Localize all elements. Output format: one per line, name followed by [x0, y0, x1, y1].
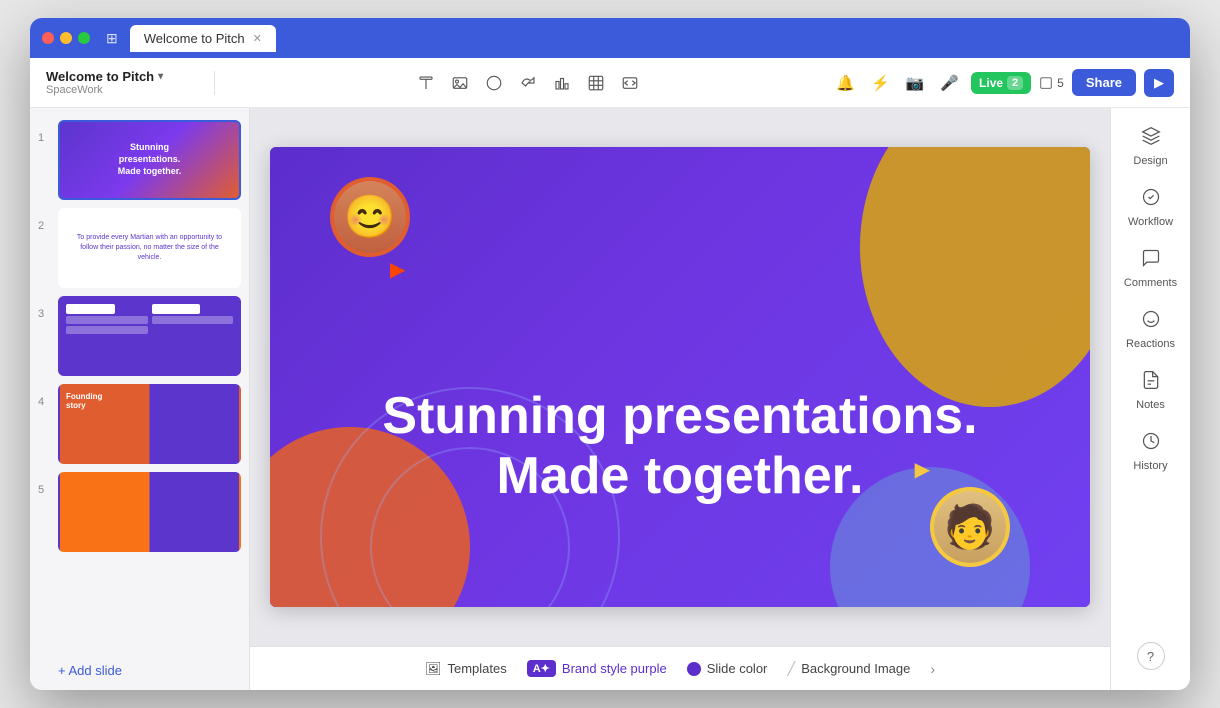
slide-thumbnail-3[interactable]: 3 [38, 296, 241, 376]
slide-preview-5 [58, 472, 241, 552]
more-options-icon[interactable]: › [930, 661, 935, 677]
app-window: ⊞ Welcome to Pitch ✕ Welcome to Pitch ▾ … [30, 18, 1190, 690]
slide-num-4: 4 [38, 396, 52, 408]
history-panel-button[interactable]: History [1116, 425, 1186, 478]
minimize-button[interactable] [60, 32, 72, 44]
tab-close-icon[interactable]: ✕ [253, 32, 262, 45]
background-image-label: Background Image [801, 661, 910, 676]
templates-button[interactable]: 🖼 Templates [425, 661, 507, 677]
cursor-arrow-top: ▶ [390, 257, 405, 282]
slide-num-3: 3 [38, 308, 52, 320]
slide-thumbnail-1[interactable]: 1 Stunningpresentations.Made together. [38, 120, 241, 200]
slide-color-label: Slide color [707, 661, 768, 676]
color-dot [687, 662, 701, 676]
toolbar-right: 🔔 ⚡ 📷 🎤 Live 2 5 Share ▶ [832, 69, 1174, 97]
comments-label: Comments [1124, 277, 1177, 289]
camera-icon[interactable]: 📷 [902, 70, 929, 96]
notes-panel-button[interactable]: Notes [1116, 364, 1186, 417]
add-slide-button[interactable]: + Add slide [38, 655, 241, 678]
avatar-face-woman [334, 181, 406, 253]
main-area: 1 Stunningpresentations.Made together. 2… [30, 108, 1190, 690]
main-toolbar: Welcome to Pitch ▾ SpaceWork [30, 58, 1190, 108]
background-image-button[interactable]: ╱ Background Image [787, 661, 910, 677]
canvas-area: ▶ ▶ Stunning presentations. Made togethe… [250, 108, 1110, 646]
avatar-top-left [330, 177, 410, 257]
notes-label: Notes [1136, 399, 1165, 411]
design-label: Design [1133, 155, 1167, 167]
slide-headline: Stunning presentations. Made together. [270, 387, 1090, 507]
design-panel-button[interactable]: Design [1116, 120, 1186, 173]
text-tool-icon[interactable] [417, 74, 435, 92]
brand-badge: A✦ [527, 660, 556, 677]
arrow-tool-icon[interactable] [519, 74, 537, 92]
live-label: Live [979, 76, 1003, 90]
workflow-panel-button[interactable]: Workflow [1116, 181, 1186, 234]
slide-num-1: 1 [38, 132, 52, 144]
toolbar-divider [214, 71, 215, 95]
history-icon [1141, 431, 1161, 456]
help-button[interactable]: ? [1137, 642, 1165, 670]
brand-style-label: Brand style purple [562, 661, 667, 676]
slides-panel: 1 Stunningpresentations.Made together. 2… [30, 108, 250, 690]
chevron-down-icon[interactable]: ▾ [158, 71, 163, 82]
workflow-icon [1141, 187, 1161, 212]
doc-info: Welcome to Pitch ▾ SpaceWork [46, 69, 186, 96]
doc-subtitle: SpaceWork [46, 84, 186, 96]
live-count: 2 [1007, 76, 1023, 90]
slide-preview-1: Stunningpresentations.Made together. [58, 120, 241, 200]
slide-thumbnail-4[interactable]: 4 Foundingstory [38, 384, 241, 464]
history-label: History [1133, 460, 1167, 472]
slide-preview-4: Foundingstory [58, 384, 241, 464]
right-panel: Design Workflow Comments Reactions [1110, 108, 1190, 690]
slide-thumbnail-5[interactable]: 5 [38, 472, 241, 552]
slides-count: 5 [1039, 76, 1064, 90]
workflow-label: Workflow [1128, 216, 1173, 228]
embed-tool-icon[interactable] [621, 74, 639, 92]
lightning-icon[interactable]: ⚡ [867, 70, 894, 96]
title-bar: ⊞ Welcome to Pitch ✕ [30, 18, 1190, 58]
brand-style-button[interactable]: A✦ Brand style purple [527, 660, 667, 677]
window-tab[interactable]: Welcome to Pitch ✕ [130, 25, 276, 52]
slide-num-2: 2 [38, 220, 52, 232]
background-image-icon: ╱ [787, 661, 795, 677]
notes-icon [1141, 370, 1161, 395]
doc-title[interactable]: Welcome to Pitch ▾ [46, 69, 186, 84]
tab-title: Welcome to Pitch [144, 31, 245, 46]
shape-tool-icon[interactable] [485, 74, 503, 92]
share-button[interactable]: Share [1072, 69, 1136, 96]
table-tool-icon[interactable] [587, 74, 605, 92]
templates-label: Templates [447, 661, 506, 676]
reactions-panel-button[interactable]: Reactions [1116, 303, 1186, 356]
reactions-label: Reactions [1126, 338, 1175, 350]
slide-preview-2: To provide every Martian with an opportu… [58, 208, 241, 288]
slide-thumbnail-2[interactable]: 2 To provide every Martian with an oppor… [38, 208, 241, 288]
slide-preview-3 [58, 296, 241, 376]
chart-tool-icon[interactable] [553, 74, 571, 92]
reactions-icon [1141, 309, 1161, 334]
comments-panel-button[interactable]: Comments [1116, 242, 1186, 295]
design-icon [1141, 126, 1161, 151]
comments-icon [1141, 248, 1161, 273]
notifications-icon[interactable]: 🔔 [832, 70, 859, 96]
mic-icon[interactable]: 🎤 [936, 70, 963, 96]
image-tool-icon[interactable] [451, 74, 469, 92]
close-button[interactable] [42, 32, 54, 44]
play-button[interactable]: ▶ [1144, 69, 1174, 97]
templates-icon: 🖼 [425, 661, 442, 677]
toolbar-tools [227, 74, 828, 92]
slide-num-5: 5 [38, 484, 52, 496]
canvas-column: ▶ ▶ Stunning presentations. Made togethe… [250, 108, 1110, 690]
slide-canvas: ▶ ▶ Stunning presentations. Made togethe… [270, 147, 1090, 607]
live-badge[interactable]: Live 2 [971, 72, 1031, 94]
slide-color-button[interactable]: Slide color [687, 661, 768, 676]
maximize-button[interactable] [78, 32, 90, 44]
grid-icon: ⊞ [106, 30, 118, 47]
bottom-toolbar: 🖼 Templates A✦ Brand style purple Slide … [250, 646, 1110, 690]
traffic-lights [42, 32, 90, 44]
